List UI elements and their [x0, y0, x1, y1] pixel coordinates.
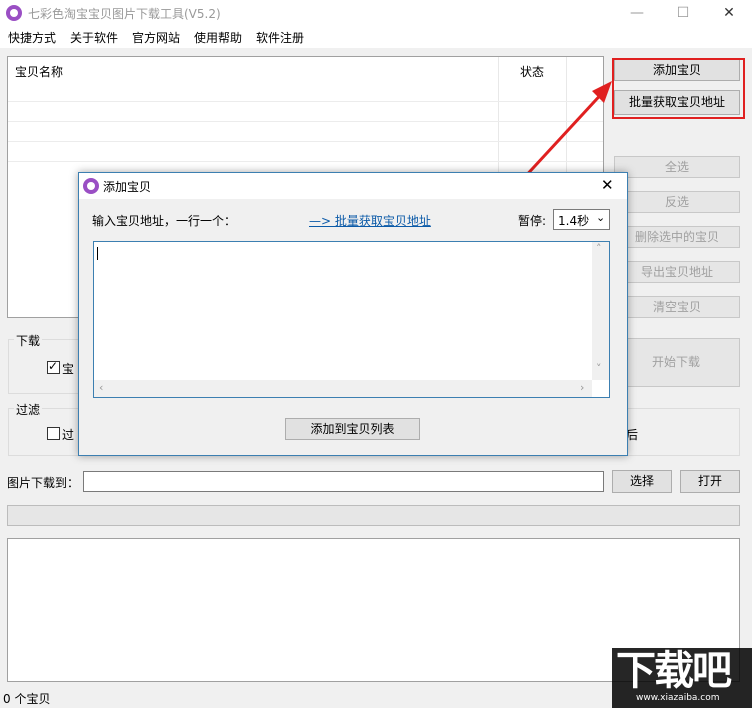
- watermark-logo: 下载吧 www.xiazaiba.com: [612, 648, 752, 708]
- column-header-name[interactable]: 宝贝名称: [15, 63, 63, 80]
- scroll-right-icon[interactable]: ›: [580, 381, 584, 394]
- scroll-up-icon[interactable]: ˄: [596, 242, 602, 255]
- download-group-label: 下载: [14, 332, 43, 349]
- app-logo-icon: [6, 5, 22, 21]
- pause-select-value: 1.4秒: [558, 214, 590, 228]
- window-title: 七彩色淘宝宝贝图片下载工具(V5.2): [28, 7, 221, 21]
- select-folder-button[interactable]: 选择: [612, 470, 672, 493]
- add-item-dialog[interactable]: 添加宝贝 ✕ 输入宝贝地址，一行一个： —> 批量获取宝贝地址 暂停: 1.4秒…: [78, 172, 628, 456]
- export-address-button[interactable]: 导出宝贝地址: [614, 261, 740, 283]
- select-all-button[interactable]: 全选: [614, 156, 740, 178]
- dialog-title: 添加宝贝: [103, 180, 152, 194]
- filter-option-label: 过: [62, 428, 75, 442]
- dialog-title-bar[interactable]: 添加宝贝 ✕: [79, 173, 627, 199]
- dialog-app-icon: [83, 178, 99, 194]
- menu-bar: 快捷方式 关于软件 官方网站 使用帮助 软件注册: [0, 26, 752, 48]
- item-count-status: 0 个宝贝: [3, 692, 51, 706]
- address-textarea[interactable]: ‹ › ˄ ˅: [93, 241, 610, 398]
- watermark-text: 下载吧: [616, 648, 732, 694]
- text-cursor: [97, 247, 98, 260]
- dialog-input-label: 输入宝贝地址，一行一个：: [92, 214, 237, 228]
- menu-shortcuts[interactable]: 快捷方式: [8, 29, 56, 46]
- title-bar[interactable]: 七彩色淘宝宝贝图片下载工具(V5.2) — ☐ ✕: [0, 0, 752, 26]
- highlight-box: [612, 58, 745, 119]
- add-to-list-button[interactable]: 添加到宝贝列表: [285, 418, 420, 440]
- menu-website[interactable]: 官方网站: [132, 29, 180, 46]
- filter-group-label: 过滤: [14, 401, 43, 418]
- horizontal-scrollbar[interactable]: ‹ ›: [94, 380, 592, 397]
- scroll-left-icon[interactable]: ‹: [99, 381, 103, 394]
- delete-selected-button[interactable]: 删除选中的宝贝: [614, 226, 740, 248]
- download-path-label: 图片下载到：: [7, 476, 80, 490]
- maximize-button[interactable]: ☐: [660, 0, 706, 26]
- menu-about[interactable]: 关于软件: [70, 29, 118, 46]
- download-option-checkbox[interactable]: [47, 359, 60, 374]
- pause-label: 暂停:: [518, 214, 547, 228]
- pause-select[interactable]: 1.4秒 ⌄: [553, 209, 610, 230]
- download-path-input[interactable]: [83, 471, 604, 492]
- chevron-down-icon: ⌄: [596, 211, 606, 224]
- minimize-button[interactable]: —: [614, 0, 660, 26]
- download-option-label: 宝: [62, 362, 75, 376]
- open-folder-button[interactable]: 打开: [680, 470, 740, 493]
- menu-help[interactable]: 使用帮助: [194, 29, 242, 46]
- progress-bar: [7, 505, 740, 526]
- watermark-url: www.xiazaiba.com: [636, 693, 720, 703]
- clear-items-button[interactable]: 清空宝贝: [614, 296, 740, 318]
- vertical-scrollbar[interactable]: ˄ ˅: [592, 242, 609, 380]
- close-button[interactable]: ✕: [706, 0, 752, 26]
- start-download-button[interactable]: 开始下载: [612, 338, 740, 387]
- dialog-batch-link[interactable]: —> 批量获取宝贝地址: [309, 212, 431, 229]
- filter-option-checkbox[interactable]: [47, 427, 60, 440]
- invert-selection-button[interactable]: 反选: [614, 191, 740, 213]
- scroll-down-icon[interactable]: ˅: [596, 362, 602, 375]
- dialog-close-button[interactable]: ✕: [601, 176, 614, 194]
- menu-register[interactable]: 软件注册: [256, 29, 304, 46]
